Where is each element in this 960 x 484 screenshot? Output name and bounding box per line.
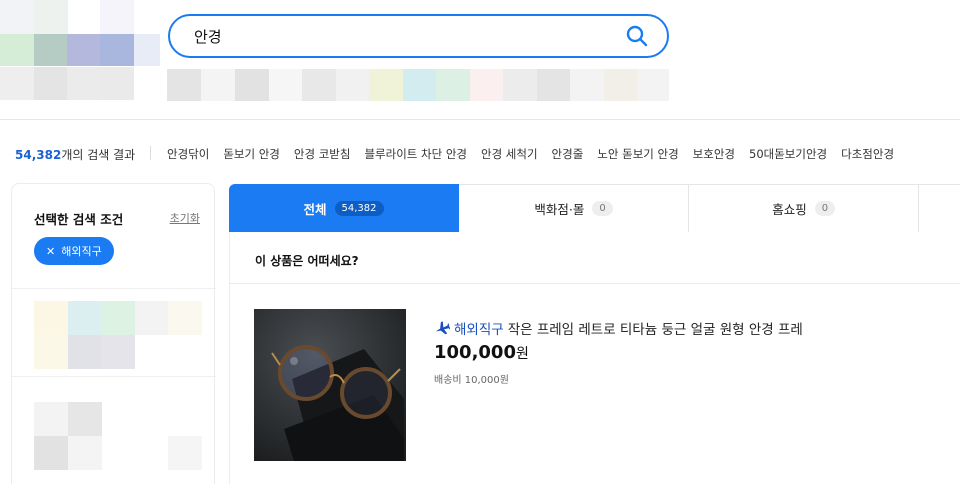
- divider: [0, 119, 960, 120]
- product-title[interactable]: 해외직구 작은 프레임 레트로 티타늄 둥근 얼굴 원형 안경 프레: [434, 318, 803, 338]
- related-keyword[interactable]: 안경 세척기: [481, 146, 538, 162]
- filter-chip[interactable]: ✕ 해외직구: [34, 237, 114, 265]
- price-value: 100,000: [434, 342, 516, 363]
- tab-more[interactable]: [919, 184, 960, 232]
- section-title: 이 상품은 어떠세요?: [255, 254, 359, 268]
- product-name: 작은 프레임 레트로 티타늄 둥근 얼굴 원형 안경 프레: [507, 322, 803, 338]
- related-keyword[interactable]: 안경 코받침: [294, 146, 351, 162]
- divider: [150, 146, 151, 160]
- result-summary-text: 개의 검색 결과: [61, 148, 136, 162]
- related-keyword[interactable]: 다초점안경: [841, 146, 894, 162]
- product-tag: 해외직구: [454, 322, 504, 338]
- shipping-fee: 배송비 10,000원: [434, 375, 509, 386]
- related-keyword[interactable]: 노안 돋보기 안경: [597, 146, 678, 162]
- search-icon[interactable]: [625, 24, 649, 48]
- tab-label: 백화점·몰: [534, 202, 585, 217]
- product-price: 100,000원: [434, 342, 529, 363]
- related-keyword[interactable]: 안경줄: [552, 146, 584, 162]
- tab-count: 0: [814, 201, 836, 216]
- tab-label: 전체: [303, 202, 327, 217]
- related-keyword[interactable]: 돋보기 안경: [223, 146, 280, 162]
- tab-all[interactable]: 전체 54,382: [229, 184, 460, 232]
- category-tabs: 전체 54,382 백화점·몰 0 홈쇼핑 0: [229, 184, 960, 232]
- result-summary: 54,382개의 검색 결과: [15, 146, 135, 163]
- page: 54,382개의 검색 결과 안경닦이 돋보기 안경 안경 코받침 블루라이트 …: [0, 0, 960, 484]
- tab-department-store[interactable]: 백화점·몰 0: [459, 184, 690, 232]
- related-keyword[interactable]: 보호안경: [693, 146, 735, 162]
- related-keyword[interactable]: 50대돋보기안경: [749, 146, 827, 162]
- divider: [12, 288, 216, 289]
- filter-chip-label: 해외직구: [61, 245, 102, 258]
- search-bar[interactable]: [168, 14, 669, 58]
- filter-panel-title: 선택한 검색 조건: [34, 212, 124, 227]
- related-keyword[interactable]: 안경닦이: [167, 146, 209, 162]
- related-keyword[interactable]: 블루라이트 차단 안경: [364, 146, 467, 162]
- reset-link[interactable]: 초기화: [170, 210, 200, 226]
- divider: [229, 232, 230, 484]
- result-count: 54,382: [15, 148, 62, 162]
- tab-label: 홈쇼핑: [772, 202, 807, 217]
- tab-count: 54,382: [334, 201, 384, 216]
- related-keywords: 안경닦이 돋보기 안경 안경 코받침 블루라이트 차단 안경 안경 세척기 안경…: [167, 146, 894, 162]
- filter-panel: 선택한 검색 조건 초기화 ✕ 해외직구: [11, 183, 216, 484]
- price-unit: 원: [515, 346, 529, 362]
- airplane-icon: [435, 321, 450, 335]
- divider: [12, 376, 216, 377]
- product-image[interactable]: [254, 309, 406, 461]
- close-icon[interactable]: ✕: [46, 245, 55, 258]
- tab-count: 0: [592, 201, 613, 216]
- divider: [229, 283, 960, 284]
- glasses-image: [254, 309, 406, 461]
- tab-home-shopping[interactable]: 홈쇼핑 0: [689, 184, 920, 232]
- search-input[interactable]: [194, 25, 614, 47]
